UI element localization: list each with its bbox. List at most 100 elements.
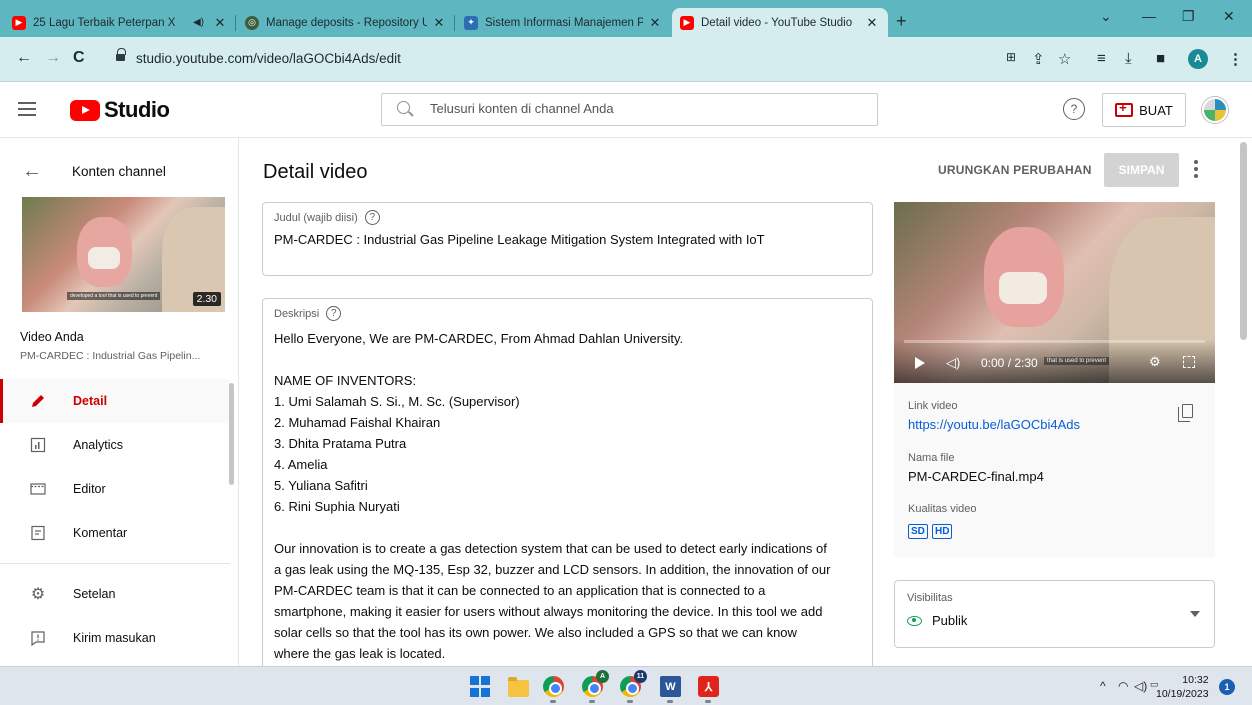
analytics-icon bbox=[30, 437, 46, 453]
restore-icon[interactable]: ❐ bbox=[1182, 8, 1195, 25]
side-panel-icon[interactable]: ■ bbox=[1156, 50, 1165, 67]
visibility-select[interactable]: Visibilitas Publik bbox=[894, 580, 1215, 648]
browser-tab-2[interactable]: ◎ Manage deposits - Repository U ✕ bbox=[237, 8, 455, 37]
speaker-icon[interactable]: ◁) bbox=[1134, 679, 1147, 693]
feedback-icon bbox=[30, 630, 46, 646]
pdf-reader-icon[interactable]: ⅄ bbox=[698, 676, 719, 697]
browser-tab-1[interactable]: ▶ 25 Lagu Terbaik Peterpan X ◀) ✕ bbox=[4, 8, 236, 37]
title-field[interactable]: Judul (wajib diisi) ? PM-CARDEC : Indust… bbox=[262, 202, 873, 276]
fullscreen-icon[interactable] bbox=[1183, 356, 1195, 368]
title-field-value[interactable]: PM-CARDEC : Industrial Gas Pipeline Leak… bbox=[274, 232, 765, 247]
active-indicator bbox=[0, 379, 3, 423]
channel-search[interactable] bbox=[381, 93, 878, 126]
word-icon[interactable]: W bbox=[660, 676, 681, 697]
chrome-icon[interactable] bbox=[543, 676, 564, 697]
description-text[interactable]: Hello Everyone, We are PM-CARDEC, From A… bbox=[274, 328, 874, 664]
reading-list-icon[interactable]: ≡ bbox=[1097, 50, 1106, 67]
translate-icon[interactable]: ⊞ bbox=[1006, 50, 1016, 64]
tray-chevron-icon[interactable]: ^ bbox=[1100, 679, 1106, 693]
more-options-icon[interactable] bbox=[1194, 160, 1198, 178]
close-tab-icon[interactable]: ✕ bbox=[212, 15, 228, 31]
player-time: 0:00 / 2:30 bbox=[981, 356, 1038, 370]
notification-badge[interactable]: 1 bbox=[1219, 679, 1235, 695]
help-icon[interactable]: ? bbox=[326, 306, 342, 321]
sidebar-item-settings[interactable]: ⚙ Setelan bbox=[0, 572, 230, 616]
copy-icon[interactable] bbox=[1178, 404, 1193, 422]
eye-icon bbox=[907, 615, 922, 626]
play-icon[interactable] bbox=[915, 357, 925, 369]
chrome-profile-icon[interactable]: A bbox=[582, 670, 609, 697]
description-field-label: Deskripsi bbox=[274, 307, 320, 320]
undo-changes-button[interactable]: URUNGKAN PERUBAHAN bbox=[938, 163, 1092, 177]
youtube-icon: ▶ bbox=[680, 15, 694, 30]
chrome-profile2-icon[interactable]: 11 bbox=[620, 670, 647, 697]
browser-toolbar: ← → C studio.youtube.com/video/laGOCbi4A… bbox=[0, 37, 1252, 82]
inventor-line: 2. Muhamad Faishal Khairan bbox=[274, 415, 441, 430]
download-icon[interactable]: ⤓ bbox=[1125, 50, 1132, 67]
search-input[interactable] bbox=[430, 101, 860, 116]
dropdown-arrow-icon[interactable] bbox=[1190, 611, 1200, 617]
description-body-line: PM-CARDEC team is that it can be connect… bbox=[274, 583, 766, 598]
new-tab-icon[interactable]: + bbox=[896, 11, 907, 32]
sidebar-item-comments[interactable]: Komentar bbox=[0, 511, 230, 555]
sidebar-item-editor[interactable]: Editor bbox=[0, 467, 230, 511]
help-icon[interactable]: ? bbox=[364, 210, 380, 225]
create-label: BUAT bbox=[1139, 102, 1173, 118]
browser-tab-active[interactable]: ▶ Detail video - YouTube Studio ✕ bbox=[672, 8, 888, 37]
tab-separator bbox=[454, 15, 455, 31]
sidebar-item-feedback[interactable]: Kirim masukan bbox=[0, 616, 230, 660]
player-settings-icon[interactable]: ⚙ bbox=[1149, 354, 1161, 370]
lock-icon[interactable] bbox=[116, 48, 126, 62]
volume-icon[interactable]: ◁) bbox=[946, 355, 960, 371]
minimize-icon[interactable]: — bbox=[1142, 8, 1156, 24]
sidebar-scrollbar[interactable] bbox=[229, 383, 234, 485]
close-tab-icon[interactable]: ✕ bbox=[431, 15, 447, 31]
create-button[interactable]: BUAT bbox=[1102, 93, 1186, 127]
tab-title: Sistem Informasi Manajemen PA bbox=[485, 16, 643, 29]
reload-icon[interactable]: C bbox=[73, 49, 85, 67]
progress-bar[interactable] bbox=[904, 340, 1205, 343]
share-icon[interactable]: ⇪ bbox=[1032, 50, 1045, 68]
browser-tab-3[interactable]: ✦ Sistem Informasi Manajemen PA ✕ bbox=[456, 8, 671, 37]
menu-dots-icon[interactable]: ⋮ bbox=[1228, 50, 1243, 68]
address-bar[interactable]: studio.youtube.com/video/laGOCbi4Ads/edi… bbox=[136, 51, 401, 66]
sidebar-item-detail[interactable]: Detail bbox=[0, 379, 230, 423]
audio-icon[interactable]: ◀) bbox=[193, 17, 204, 28]
forward-icon[interactable]: → bbox=[45, 49, 61, 67]
close-window-icon[interactable]: ✕ bbox=[1223, 8, 1235, 25]
profile-avatar[interactable]: A bbox=[1188, 49, 1208, 69]
bookmark-star-icon[interactable]: ☆ bbox=[1058, 50, 1071, 68]
back-icon[interactable]: ← bbox=[16, 49, 32, 67]
save-button[interactable]: SIMPAN bbox=[1104, 153, 1179, 187]
back-to-channel-content[interactable]: ← Konten channel bbox=[22, 160, 166, 183]
clock[interactable]: 10:32 10/19/2023 bbox=[1156, 673, 1209, 701]
tab-search-icon[interactable]: ⌄ bbox=[1100, 8, 1112, 25]
visibility-label: Visibilitas bbox=[907, 592, 953, 604]
quality-label: Kualitas video bbox=[908, 503, 977, 515]
file-explorer-icon[interactable] bbox=[508, 677, 529, 697]
hd-badge: HD bbox=[932, 524, 953, 539]
back-arrow-icon[interactable]: ← bbox=[22, 160, 52, 183]
description-field[interactable]: Deskripsi ? Hello Everyone, We are PM-CA… bbox=[262, 298, 873, 666]
filename-value: PM-CARDEC-final.mp4 bbox=[908, 469, 1044, 484]
filename-label: Nama file bbox=[908, 452, 955, 464]
hamburger-menu-icon[interactable] bbox=[18, 102, 36, 116]
visibility-value-row: Publik bbox=[907, 613, 967, 628]
tab-title: 25 Lagu Terbaik Peterpan X bbox=[33, 16, 176, 29]
sidebar-item-label: Analytics bbox=[73, 438, 124, 452]
sidebar-item-analytics[interactable]: Analytics bbox=[0, 423, 230, 467]
video-info-panel: ◁) 0:00 / 2:30 that is used to prevent ⚙… bbox=[894, 202, 1215, 557]
channel-avatar[interactable] bbox=[1202, 97, 1228, 123]
close-tab-icon[interactable]: ✕ bbox=[647, 15, 663, 31]
windows-start-icon[interactable] bbox=[470, 676, 491, 697]
sidebar-item-label: Setelan bbox=[73, 587, 116, 601]
studio-logo[interactable]: Studio bbox=[70, 97, 170, 123]
wifi-icon[interactable]: ◠ bbox=[1118, 679, 1128, 693]
video-player[interactable]: ◁) 0:00 / 2:30 that is used to prevent ⚙ bbox=[894, 202, 1215, 383]
video-link[interactable]: https://youtu.be/laGOCbi4Ads bbox=[908, 417, 1080, 432]
close-tab-icon[interactable]: ✕ bbox=[864, 15, 880, 31]
player-caption: that is used to prevent bbox=[1044, 357, 1110, 365]
help-icon[interactable]: ? bbox=[1063, 98, 1085, 120]
video-thumbnail[interactable]: developed a tool that is used to prevent… bbox=[22, 197, 225, 312]
main-scrollbar[interactable] bbox=[1240, 142, 1247, 340]
